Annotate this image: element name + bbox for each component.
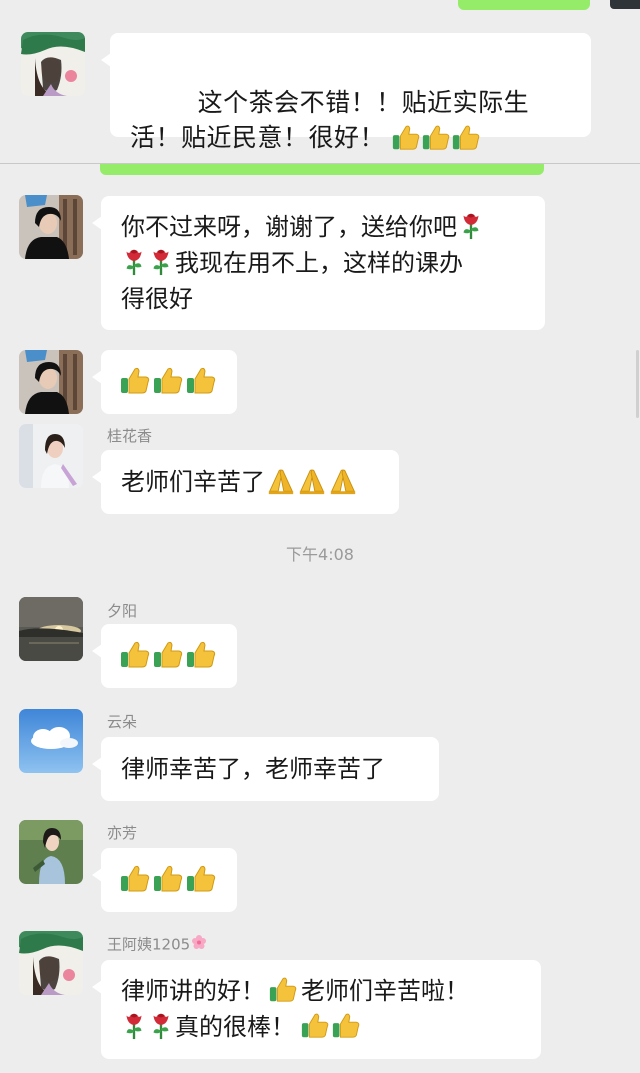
chat-window: 这个茶会不错！！贴近实际生活！贴近民意！很好！ 你不过来呀，谢谢了，送给你吧 我… <box>0 0 640 1073</box>
thumbs-up-icon <box>331 1010 361 1040</box>
message-text: 律师幸苦了，老师幸苦了 <box>121 755 385 783</box>
message-text-line: 律师讲的好！ <box>121 977 265 1005</box>
sender-name: 王阿姨1205 <box>107 935 207 955</box>
rose-icon <box>148 246 174 276</box>
message-bubble[interactable]: 律师讲的好！ 老师们辛苦啦！ 真的很棒！ <box>92 960 541 1059</box>
avatar-cloud-icon <box>19 709 83 773</box>
avatar[interactable] <box>19 597 83 661</box>
avatar[interactable] <box>19 931 83 995</box>
avatar-person-photo-icon <box>19 195 83 259</box>
self-message-bubble-edge <box>458 0 590 10</box>
thumbs-up-icon <box>152 638 184 670</box>
message-text-line: 你不过来呀，谢谢了，送给你吧 <box>121 213 457 241</box>
thumbs-up-icon <box>119 638 151 670</box>
avatar[interactable] <box>19 195 83 259</box>
self-message-bubble-edge <box>100 164 544 175</box>
folded-hands-icon <box>297 465 327 495</box>
rose-icon <box>121 246 147 276</box>
thumbs-up-icon <box>268 974 298 1004</box>
folded-hands-icon <box>266 465 296 495</box>
avatar-sunset-icon <box>19 597 83 661</box>
message-bubble[interactable]: 老师们辛苦了 <box>92 450 399 514</box>
avatar-lotus-lady-icon <box>19 931 83 995</box>
sender-name: 云朵 <box>107 713 138 731</box>
avatar[interactable] <box>19 820 83 884</box>
rose-icon <box>121 1010 147 1040</box>
message-bubble[interactable]: 律师幸苦了，老师幸苦了 <box>92 737 439 801</box>
rose-icon <box>148 1010 174 1040</box>
thumbs-up-icon <box>300 1010 330 1040</box>
quoted-screenshot-panel: 这个茶会不错！！贴近实际生活！贴近民意！很好！ <box>0 0 640 164</box>
message-bubble[interactable] <box>92 624 237 688</box>
message-text-line: 得很好 <box>121 285 193 313</box>
thumbs-up-icon <box>185 862 217 894</box>
avatar[interactable] <box>19 709 83 773</box>
message-bubble[interactable]: 你不过来呀，谢谢了，送给你吧 我现在用不上，这样的课办 得很好 <box>92 196 545 330</box>
thumbs-up-icon <box>152 862 184 894</box>
sender-name-text: 王阿姨1205 <box>107 935 191 954</box>
folded-hands-icon <box>328 465 358 495</box>
thumbs-up-icon <box>119 862 151 894</box>
avatar-woman-photo-icon <box>19 424 83 488</box>
thumbs-up-icon <box>391 122 421 152</box>
dark-corner-tab <box>610 0 640 9</box>
message-bubble[interactable]: 这个茶会不错！！贴近实际生活！贴近民意！很好！ <box>101 33 591 152</box>
sender-name: 亦芳 <box>107 824 138 842</box>
message-text: 老师们辛苦了 <box>121 468 265 496</box>
sender-name: 夕阳 <box>107 602 138 620</box>
thumbs-up-icon <box>152 364 184 396</box>
avatar[interactable] <box>19 424 83 488</box>
thumbs-up-icon <box>119 364 151 396</box>
message-text-line: 老师们辛苦啦！ <box>301 977 469 1005</box>
cherry-blossom-icon <box>191 934 207 954</box>
thumbs-up-icon <box>185 638 217 670</box>
thumbs-up-icon <box>421 122 451 152</box>
rose-icon <box>458 210 484 240</box>
avatar[interactable] <box>21 32 85 96</box>
avatar-person-photo-icon <box>19 350 83 414</box>
message-text-line: 我现在用不上，这样的课办 <box>175 249 463 277</box>
avatar[interactable] <box>19 350 83 414</box>
message-bubble[interactable] <box>92 350 237 414</box>
thumbs-up-icon <box>451 122 481 152</box>
sender-name: 桂花香 <box>107 427 153 445</box>
message-bubble[interactable] <box>92 848 237 912</box>
message-timestamp: 下午4:08 <box>286 545 354 564</box>
message-text-line: 真的很棒！ <box>175 1013 295 1041</box>
avatar-woman-garden-icon <box>19 820 83 884</box>
thumbs-up-icon <box>185 364 217 396</box>
avatar-lotus-lady-icon <box>21 32 85 96</box>
scrollbar[interactable] <box>636 350 639 418</box>
